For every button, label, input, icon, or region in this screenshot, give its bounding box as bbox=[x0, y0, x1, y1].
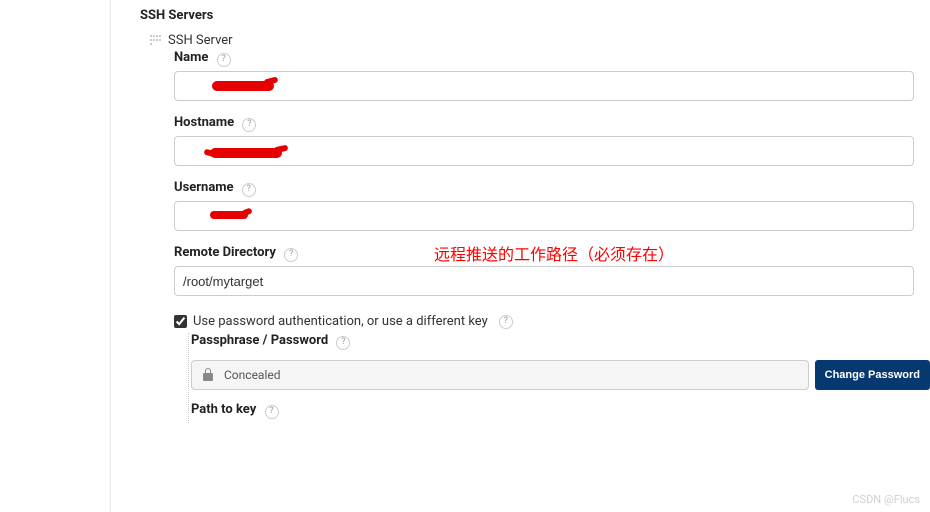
remote-directory-label: Remote Directory bbox=[174, 245, 276, 260]
use-password-auth-checkbox[interactable] bbox=[174, 315, 187, 328]
name-input[interactable] bbox=[174, 71, 914, 101]
redaction-mark bbox=[210, 211, 248, 219]
annotation-text: 远程推送的工作路径（必须存在） bbox=[434, 241, 674, 265]
server-item-label: SSH Server bbox=[168, 33, 233, 48]
change-password-button[interactable]: Change Password bbox=[815, 360, 930, 390]
drag-handle-icon[interactable] bbox=[150, 35, 162, 47]
help-icon[interactable]: ? bbox=[284, 248, 298, 262]
lock-icon bbox=[200, 367, 216, 383]
watermark: CSDN @Flucs bbox=[852, 493, 920, 506]
concealed-text: Concealed bbox=[224, 368, 281, 382]
redaction-mark bbox=[212, 81, 274, 91]
path-to-key-label: Path to key bbox=[191, 402, 256, 417]
help-icon[interactable]: ? bbox=[217, 53, 231, 67]
use-password-auth-label: Use password authentication, or use a di… bbox=[193, 314, 488, 329]
name-label: Name bbox=[174, 50, 208, 65]
username-input[interactable] bbox=[174, 201, 914, 231]
remote-directory-input[interactable] bbox=[174, 266, 914, 296]
help-icon[interactable]: ? bbox=[265, 405, 279, 419]
concealed-password-box: Concealed bbox=[191, 360, 809, 390]
help-icon[interactable]: ? bbox=[499, 315, 513, 329]
redaction-mark bbox=[210, 148, 282, 158]
help-icon[interactable]: ? bbox=[336, 336, 350, 350]
section-title: SSH Servers bbox=[140, 8, 930, 23]
help-icon[interactable]: ? bbox=[242, 118, 256, 132]
hostname-label: Hostname bbox=[174, 115, 234, 130]
username-label: Username bbox=[174, 180, 234, 195]
help-icon[interactable]: ? bbox=[242, 183, 256, 197]
passphrase-label: Passphrase / Password bbox=[191, 333, 328, 348]
